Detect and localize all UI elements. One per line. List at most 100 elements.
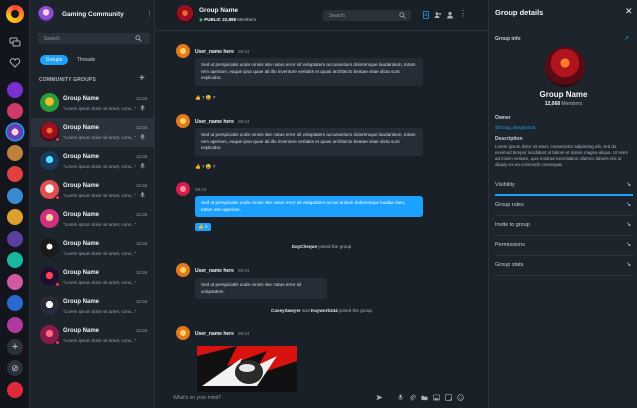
group-name: Group Name	[63, 241, 100, 247]
message-input[interactable]	[173, 393, 353, 403]
server-avatar[interactable]	[7, 274, 23, 290]
server-avatar[interactable]	[7, 252, 23, 268]
group-list-item[interactable]: Group Name "Lorem ipsum dolor sit amet, …	[31, 321, 154, 350]
group-preview: "Lorem ipsum dolor sit amet, cons..."	[63, 280, 137, 285]
message-username[interactable]: User_name here	[195, 49, 234, 55]
owner-link[interactable]: @Craig_Bergson15	[495, 125, 535, 130]
system-text: joined the group	[318, 244, 352, 249]
server-avatar[interactable]	[7, 295, 23, 311]
server-avatar[interactable]	[7, 209, 23, 225]
expand-arrow-icon[interactable]: ↗	[624, 35, 629, 42]
server-avatar[interactable]	[7, 103, 23, 119]
server-avatar[interactable]	[7, 231, 23, 247]
compass-icon[interactable]: ⊘	[7, 360, 23, 376]
menu-visibility[interactable]: Visibility ↘	[495, 176, 633, 196]
message-composer	[169, 390, 489, 406]
app-logo[interactable]	[6, 5, 24, 23]
group-preview: "Lorem ipsum dolor sit amet, cons..."	[63, 222, 137, 227]
menu-invite[interactable]: Invite to group ↘	[495, 216, 633, 236]
server-avatar[interactable]	[7, 188, 23, 204]
close-icon[interactable]: ✕	[625, 6, 633, 17]
app-rail: + ⊘	[0, 0, 30, 408]
message-reactions[interactable]: 👍 2	[195, 223, 211, 231]
group-list-item[interactable]: Group Name "Lorem ipsum dolor sit amet, …	[31, 147, 154, 176]
message-time: 09:24	[195, 187, 207, 192]
group-search-input[interactable]	[38, 33, 150, 44]
folder-icon[interactable]	[421, 394, 428, 401]
description-text: Lorem ipsum dolor sit amet, consectetur …	[495, 144, 629, 167]
group-preview: "Lorem ipsum dolor sit amet, cons..."	[63, 309, 137, 314]
tab-groups[interactable]: Groups	[40, 55, 68, 65]
more-icon[interactable]: ⋮	[459, 9, 467, 18]
emoji-icon[interactable]	[457, 394, 464, 401]
group-time: 12:34	[136, 241, 148, 246]
group-members: 12,068 Members	[489, 101, 637, 107]
group-avatar	[40, 151, 59, 170]
message-reactions[interactable]: 👍 7 😄 7	[195, 164, 215, 170]
message-avatar[interactable]	[176, 263, 190, 277]
chat-search-input[interactable]	[323, 10, 411, 21]
more-icon[interactable]: ⋮	[146, 10, 153, 18]
message-bubble[interactable]: Sed ut perspiciatis unde omnis iste natu…	[195, 128, 423, 156]
group-list-item[interactable]: Group Name "Lorem ipsum dolor sit amet, …	[31, 234, 154, 263]
server-avatar[interactable]	[7, 166, 23, 182]
chat-bubbles-icon[interactable]	[9, 36, 21, 48]
group-list-item[interactable]: Group Name "Lorem ipsum dolor sit amet, …	[31, 176, 154, 205]
menu-permissions[interactable]: Permissions ↘	[495, 236, 633, 256]
menu-group-rules[interactable]: Group rules ↘	[495, 196, 633, 216]
server-avatar[interactable]	[7, 317, 23, 333]
chevron-icon: ↘	[625, 242, 631, 248]
image-icon[interactable]	[433, 394, 440, 401]
group-preview: "Lorem ipsum dolor sit amet, cons..."	[63, 251, 137, 256]
message-avatar[interactable]	[176, 44, 190, 58]
mic-icon	[140, 192, 145, 198]
server-avatar[interactable]	[7, 82, 23, 98]
group-name: Group Name	[63, 183, 100, 189]
search-icon[interactable]	[135, 35, 142, 42]
message-image[interactable]	[197, 346, 297, 392]
server-avatar[interactable]	[7, 145, 23, 161]
message-reactions[interactable]: 👍 7 😄 7	[195, 95, 215, 101]
user-avatar[interactable]	[7, 382, 23, 398]
send-icon[interactable]	[376, 394, 383, 401]
message-avatar[interactable]	[176, 326, 190, 340]
tab-threads[interactable]: Threads	[74, 55, 98, 65]
server-avatar-selected[interactable]	[7, 124, 23, 140]
mic-icon[interactable]	[397, 394, 404, 401]
document-icon[interactable]	[422, 11, 430, 19]
group-list-item[interactable]: Group Name "Lorem ipsum dolor sit amet, …	[31, 89, 154, 118]
system-username[interactable]: DayCheque	[292, 244, 317, 249]
system-text: joined the group	[339, 308, 372, 313]
message-username[interactable]: User_name here	[195, 268, 234, 274]
message-bubble-own[interactable]: Sed ut perspiciatis unde omnis iste natu…	[195, 196, 423, 217]
group-list-item-selected[interactable]: Group Name "Lorem ipsum dolor sit amet, …	[31, 118, 154, 147]
user-icon[interactable]	[446, 11, 454, 19]
menu-group-stats[interactable]: Group stats ↘	[495, 256, 633, 276]
group-list-item[interactable]: Group Name "Lorem ipsum dolor sit amet, …	[31, 263, 154, 292]
chevron-icon: ↘	[625, 222, 631, 228]
message-avatar[interactable]	[176, 114, 190, 128]
group-list-item[interactable]: Group Name "Lorem ipsum dolor sit amet, …	[31, 205, 154, 234]
sticker-icon[interactable]	[445, 394, 452, 401]
search-icon[interactable]	[399, 12, 406, 19]
message-username[interactable]: User_name here	[195, 119, 234, 125]
add-group-icon[interactable]: +	[139, 73, 145, 84]
message-username[interactable]: User_name here	[195, 331, 234, 337]
users-icon[interactable]	[434, 11, 442, 19]
message-bubble[interactable]: Sed ut perspiciatis unde omnis iste natu…	[195, 278, 327, 299]
members-label: Members	[237, 17, 257, 22]
community-title: Gaming Community	[62, 11, 124, 18]
section-label: COMMUNITY GROUPS	[39, 77, 96, 83]
message-bubble[interactable]: Sed ut perspiciatis unde omnis iste natu…	[195, 58, 423, 86]
add-server-icon[interactable]: +	[7, 339, 23, 355]
group-list-item[interactable]: Group Name "Lorem ipsum dolor sit amet, …	[31, 292, 154, 321]
message-avatar[interactable]	[176, 182, 190, 196]
chevron-icon: ↘	[625, 262, 631, 268]
system-username[interactable]: Kaywork344	[311, 308, 338, 313]
system-text: and	[301, 308, 310, 313]
heart-icon[interactable]	[9, 57, 21, 69]
group-name: Group Name	[539, 90, 588, 99]
attachment-icon[interactable]	[409, 394, 416, 401]
group-time: 12:34	[136, 154, 148, 159]
system-username[interactable]: CaseySawyer	[271, 308, 301, 313]
